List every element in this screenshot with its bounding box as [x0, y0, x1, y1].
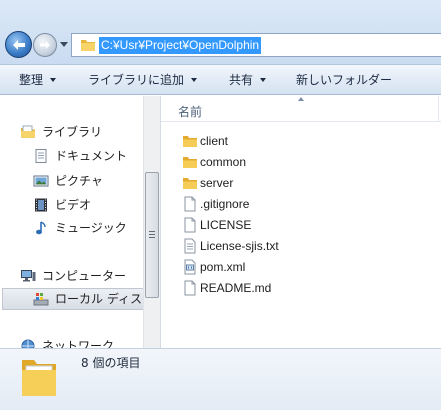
chevron-down-icon [50, 78, 57, 82]
nav-item-label: ドキュメント [55, 149, 128, 163]
include-in-library-button[interactable]: ライブラリに追加 [88, 72, 198, 90]
file-name: License-sjis.txt [200, 239, 279, 253]
scrollbar-thumb[interactable] [145, 172, 159, 298]
nav-item-label: ミュージック [55, 221, 127, 235]
command-bar: 整理 ライブラリに追加 共有 新しいフォルダー [0, 64, 441, 95]
list-item[interactable]: README.md [182, 278, 422, 298]
address-bar-area: C:¥Usr¥Project¥OpenDolphin [0, 0, 441, 64]
list-item[interactable]: server [182, 173, 422, 193]
file-icon [184, 217, 196, 233]
list-item[interactable]: common [182, 152, 422, 172]
nav-item-label: ライブラリ [42, 125, 103, 139]
file-name: server [200, 176, 234, 190]
nav-item-label: ネットワーク [42, 339, 115, 348]
recent-pages-dropdown[interactable] [60, 42, 68, 47]
list-item[interactable]: client [182, 131, 422, 151]
file-name: client [200, 134, 229, 148]
forward-button[interactable] [33, 33, 57, 57]
file-icon [184, 280, 196, 296]
include-in-library-label: ライブラリに追加 [88, 73, 185, 87]
film-icon [35, 198, 47, 212]
sort-ascending-icon [298, 97, 304, 101]
column-separator[interactable] [438, 96, 439, 122]
new-folder-button[interactable]: 新しいフォルダー [296, 72, 392, 90]
navigation-scrollbar[interactable] [143, 96, 160, 348]
music-note-icon [36, 221, 46, 235]
arrow-right-icon [40, 41, 50, 49]
nav-item-label: コンピューター [42, 269, 127, 283]
file-name: README.md [200, 281, 272, 295]
folder-icon [183, 136, 197, 147]
text-file-icon [184, 238, 196, 254]
network-icon [21, 339, 35, 348]
file-name: common [200, 155, 247, 169]
folder-icon [183, 178, 197, 189]
file-list-pane: 名前 client common server .gitignore LICEN… [161, 96, 441, 348]
list-item[interactable]: pom.xml [182, 257, 422, 277]
address-input[interactable]: C:¥Usr¥Project¥OpenDolphin [71, 33, 441, 57]
details-pane: 8 個の項目 [0, 348, 441, 410]
item-count-label: 8 個の項目 [81, 356, 141, 370]
arrow-left-icon [12, 39, 25, 50]
chevron-down-icon [260, 78, 267, 82]
share-label: 共有 [229, 73, 254, 87]
column-header-name[interactable]: 名前 [161, 96, 441, 122]
nav-item-label: ピクチャ [55, 174, 103, 188]
new-folder-label: 新しいフォルダー [296, 73, 393, 87]
computer-icon [21, 270, 36, 282]
navigation-pane: ライブラリ ドキュメント ピクチャ ビデオ ミュージック コンピューター ローカ… [0, 96, 160, 348]
document-icon [35, 149, 47, 163]
list-item[interactable]: .gitignore [182, 194, 422, 214]
folder-icon [183, 157, 197, 168]
folder-icon [22, 360, 56, 396]
file-name: pom.xml [200, 260, 246, 274]
folder-icon [81, 40, 95, 51]
file-name: LICENSE [200, 218, 252, 232]
grip-icon [149, 231, 155, 238]
nav-item-label: ビデオ [55, 198, 92, 212]
library-icon [21, 125, 35, 138]
drive-icon [33, 293, 49, 306]
chevron-down-icon [191, 78, 198, 82]
picture-icon [33, 175, 49, 187]
list-item[interactable]: License-sjis.txt [182, 236, 422, 256]
xml-file-icon [184, 259, 196, 275]
organize-label: 整理 [19, 73, 44, 87]
share-menu-button[interactable]: 共有 [229, 72, 267, 90]
list-item[interactable]: LICENSE [182, 215, 422, 235]
file-icon [184, 196, 196, 212]
back-button[interactable] [5, 31, 32, 58]
address-path-text: C:¥Usr¥Project¥OpenDolphin [99, 37, 262, 54]
column-header-label: 名前 [178, 105, 203, 119]
nav-item-label: ローカル ディス [55, 292, 142, 306]
organize-menu-button[interactable]: 整理 [19, 72, 57, 90]
file-name: .gitignore [200, 197, 250, 211]
